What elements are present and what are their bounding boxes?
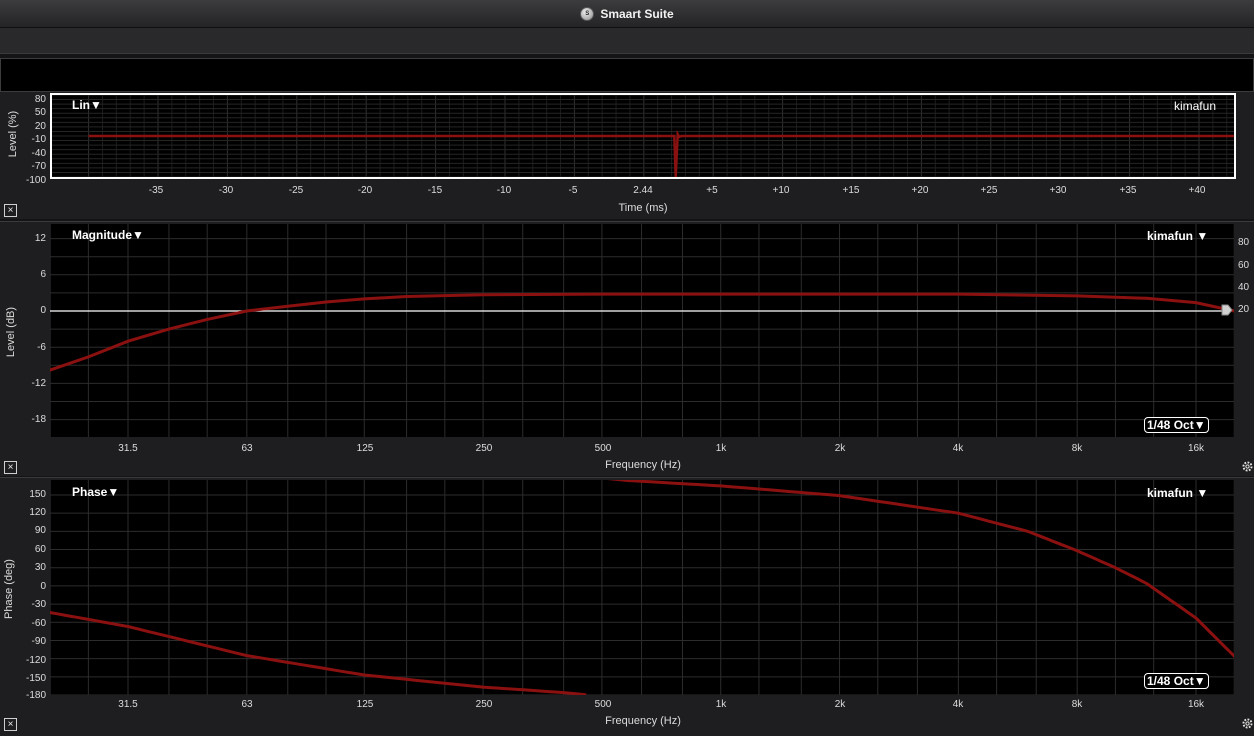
- x-tick: -5: [568, 185, 578, 196]
- magnitude-plot[interactable]: Magnitude▼ kimafun ▼ 1/48 Oct▼: [50, 224, 1234, 437]
- impulse-pane: 80 50 20 -10 -40 -70 -100 Level (%) Lin▼…: [0, 92, 1254, 219]
- right-y-tick: 20: [1238, 304, 1250, 315]
- x-tick: -10: [496, 185, 512, 196]
- x-tick: -15: [427, 185, 443, 196]
- trace-selector[interactable]: kimafun ▼: [1147, 486, 1208, 500]
- x-tick: 16k: [1187, 699, 1205, 710]
- x-tick: +20: [911, 185, 929, 196]
- x-tick: 31.5: [118, 443, 138, 454]
- x-tick: 8k: [1071, 699, 1083, 710]
- x-tick: -30: [218, 185, 234, 196]
- x-axis-label: Frequency (Hz): [605, 715, 681, 727]
- x-tick: 125: [356, 443, 374, 454]
- x-tick: 63: [241, 699, 253, 710]
- toolbar: [0, 28, 1254, 54]
- y-axis-label: Level (%): [7, 110, 19, 158]
- x-tick: 125: [356, 699, 374, 710]
- close-icon[interactable]: ×: [4, 204, 17, 217]
- x-tick: -35: [148, 185, 164, 196]
- y-tick: 120: [29, 507, 46, 518]
- y-tick: -180: [25, 690, 46, 701]
- smoothing-dropdown[interactable]: 1/48 Oct▼: [1144, 417, 1209, 433]
- title-bar: S Smaart Suite: [0, 0, 1254, 28]
- magnitude-pane: 12 6 0 -6 -12 -18 Level (dB) Magnitude▼ …: [0, 221, 1254, 476]
- y-tick: -150: [25, 673, 46, 684]
- x-tick: -25: [288, 185, 304, 196]
- magnitude-dropdown[interactable]: Magnitude▼: [72, 228, 144, 242]
- x-tick: +5: [706, 185, 718, 196]
- phase-trace: [50, 480, 1234, 695]
- x-tick: 500: [594, 699, 612, 710]
- x-tick: 1k: [715, 443, 727, 454]
- y-tick: -120: [25, 655, 46, 666]
- y-axis-label: Phase (deg): [3, 559, 15, 619]
- x-tick: 250: [475, 443, 493, 454]
- x-tick: 4k: [952, 443, 964, 454]
- gear-icon[interactable]: [1241, 460, 1254, 473]
- right-y-tick: 80: [1238, 237, 1250, 248]
- command-bar[interactable]: [0, 58, 1254, 92]
- x-tick: +10: [772, 185, 790, 196]
- phase-plot[interactable]: Phase▼ kimafun ▼ 1/48 Oct▼: [50, 480, 1234, 695]
- window-title: Smaart Suite: [600, 6, 674, 21]
- x-tick: -20: [357, 185, 373, 196]
- x-tick: 2k: [834, 443, 846, 454]
- phase-pane: 150 120 90 60 30 0 -30 -60 -90 -120 -150…: [0, 477, 1254, 736]
- smaart-logo-icon: S: [580, 6, 595, 21]
- magnitude-chart[interactable]: [50, 224, 1234, 437]
- reference-handle-icon[interactable]: [1221, 304, 1233, 316]
- y-tick: -12: [31, 378, 46, 389]
- x-tick: +15: [842, 185, 860, 196]
- x-tick: 2k: [834, 699, 846, 710]
- lin-scale-dropdown[interactable]: Lin▼: [72, 98, 102, 112]
- gear-icon[interactable]: [1241, 717, 1254, 730]
- right-y-tick: 40: [1238, 282, 1250, 293]
- impulse-chart[interactable]: [52, 95, 1234, 177]
- x-axis-label: Frequency (Hz): [605, 459, 681, 471]
- x-tick: 8k: [1071, 443, 1083, 454]
- trace-selector[interactable]: kimafun ▼: [1147, 229, 1208, 243]
- y-tick: 6: [40, 269, 46, 280]
- x-tick: 500: [594, 443, 612, 454]
- magnitude-trace: [50, 292, 1234, 372]
- x-tick: 2.44: [633, 185, 653, 196]
- close-icon[interactable]: ×: [4, 461, 17, 474]
- x-tick: +30: [1049, 185, 1067, 196]
- x-tick: 1k: [715, 699, 727, 710]
- trace-name: kimafun: [1173, 99, 1216, 113]
- x-tick: +35: [1119, 185, 1137, 196]
- x-tick: 16k: [1187, 443, 1205, 454]
- x-tick: +40: [1188, 185, 1206, 196]
- phase-dropdown[interactable]: Phase▼: [72, 485, 119, 499]
- y-axis-label: Level (dB): [5, 306, 17, 358]
- x-tick: 250: [475, 699, 493, 710]
- y-tick: 150: [29, 489, 46, 500]
- right-y-tick: 60: [1238, 260, 1250, 271]
- x-axis-label: Time (ms): [618, 202, 668, 214]
- phase-chart[interactable]: [50, 480, 1234, 695]
- title-wrap: S Smaart Suite: [0, 0, 1254, 27]
- x-tick: 31.5: [118, 699, 138, 710]
- y-tick: 12: [34, 233, 46, 244]
- x-tick: 4k: [952, 699, 964, 710]
- y-tick: -100: [25, 175, 46, 186]
- y-tick: -90: [31, 636, 46, 647]
- x-tick: 63: [241, 443, 253, 454]
- smoothing-dropdown[interactable]: 1/48 Oct▼: [1144, 673, 1209, 689]
- y-tick: -18: [31, 414, 46, 425]
- close-icon[interactable]: ×: [4, 718, 17, 731]
- y-tick: 90: [34, 525, 46, 536]
- impulse-plot[interactable]: Lin▼ kimafun: [50, 93, 1236, 179]
- x-tick: +25: [980, 185, 998, 196]
